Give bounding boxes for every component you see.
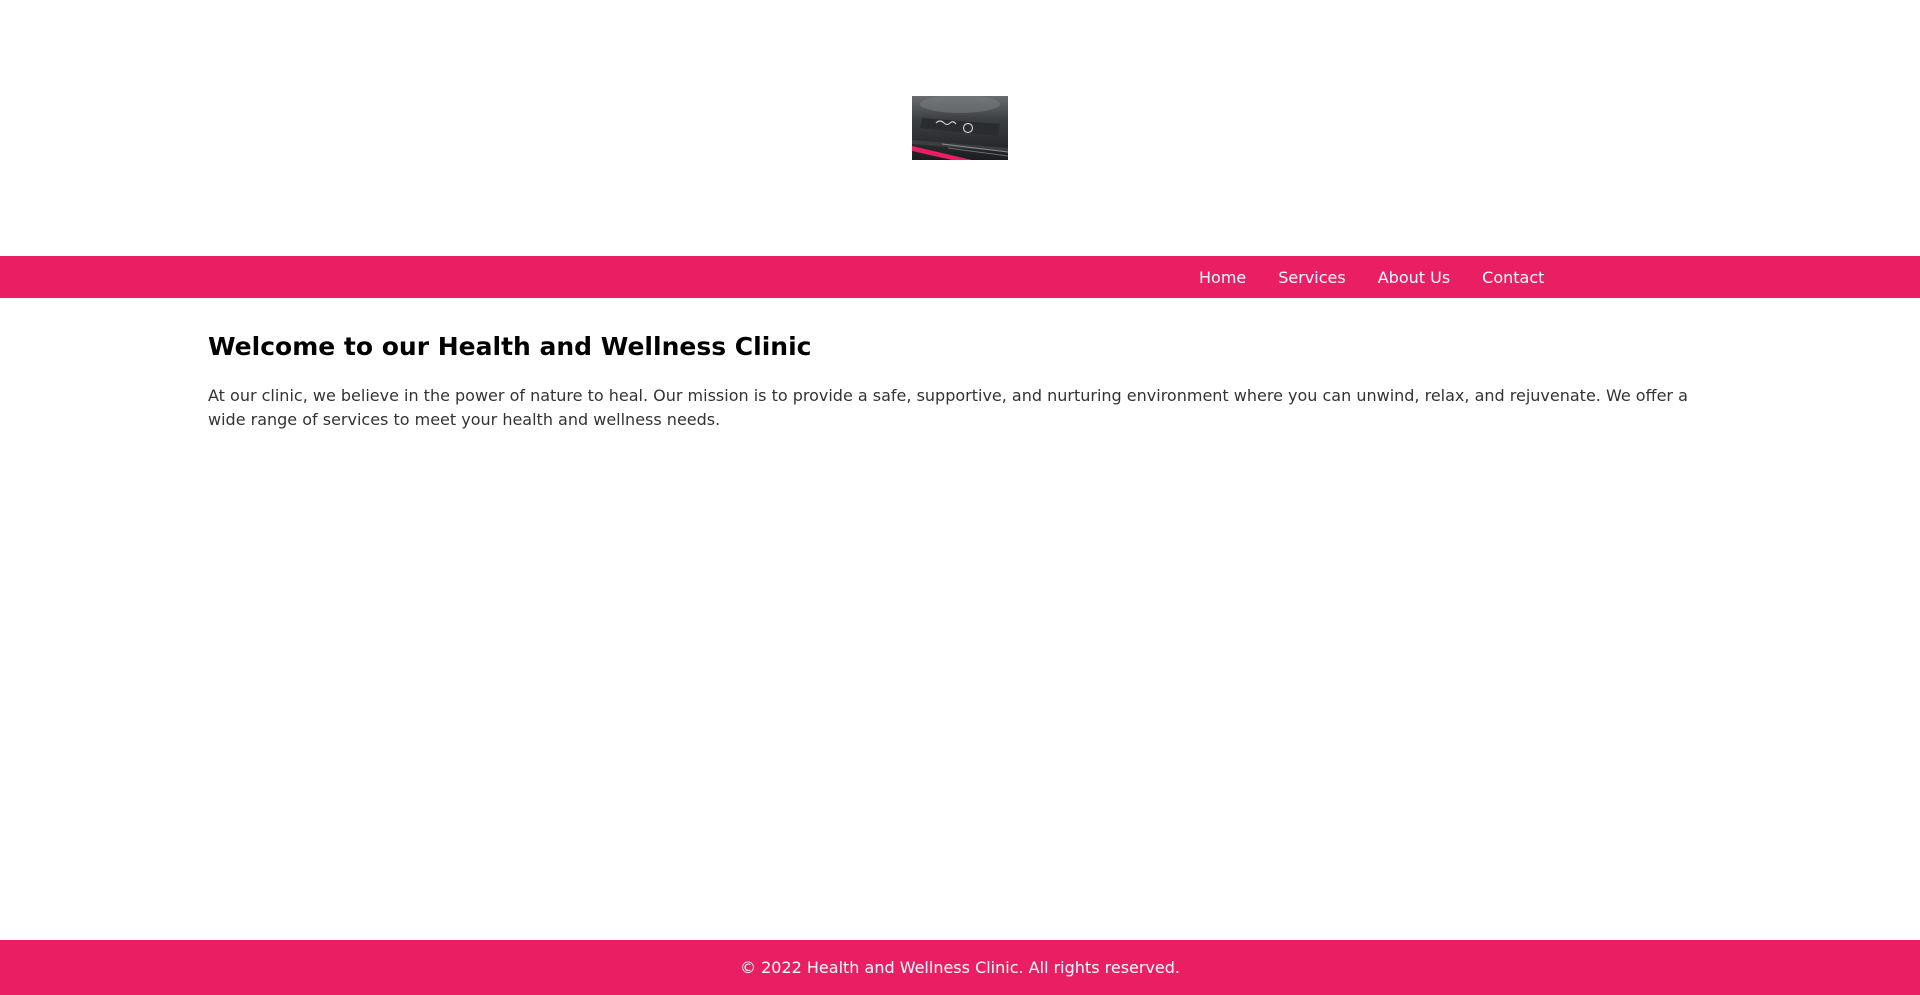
site-footer: © 2022 Health and Wellness Clinic. All r… <box>0 940 1920 995</box>
logo-photo-icon <box>912 96 1008 160</box>
copyright-text: © 2022 Health and Wellness Clinic. All r… <box>740 958 1180 977</box>
nav-link-contact[interactable]: Contact <box>1482 268 1544 287</box>
logo[interactable] <box>912 96 1008 160</box>
nav-link-services[interactable]: Services <box>1278 268 1345 287</box>
main-nav: Home Services About Us Contact <box>0 256 1920 298</box>
nav-link-home[interactable]: Home <box>1199 268 1246 287</box>
intro-paragraph: At our clinic, we believe in the power o… <box>208 386 1688 429</box>
page: Home Services About Us Contact Welcome t… <box>0 0 1920 995</box>
page-title: Welcome to our Health and Wellness Clini… <box>208 332 812 361</box>
main-content: Welcome to our Health and Wellness Clini… <box>208 330 1712 432</box>
nav-links: Home Services About Us Contact <box>1199 256 1544 298</box>
nav-link-about-us[interactable]: About Us <box>1378 268 1450 287</box>
